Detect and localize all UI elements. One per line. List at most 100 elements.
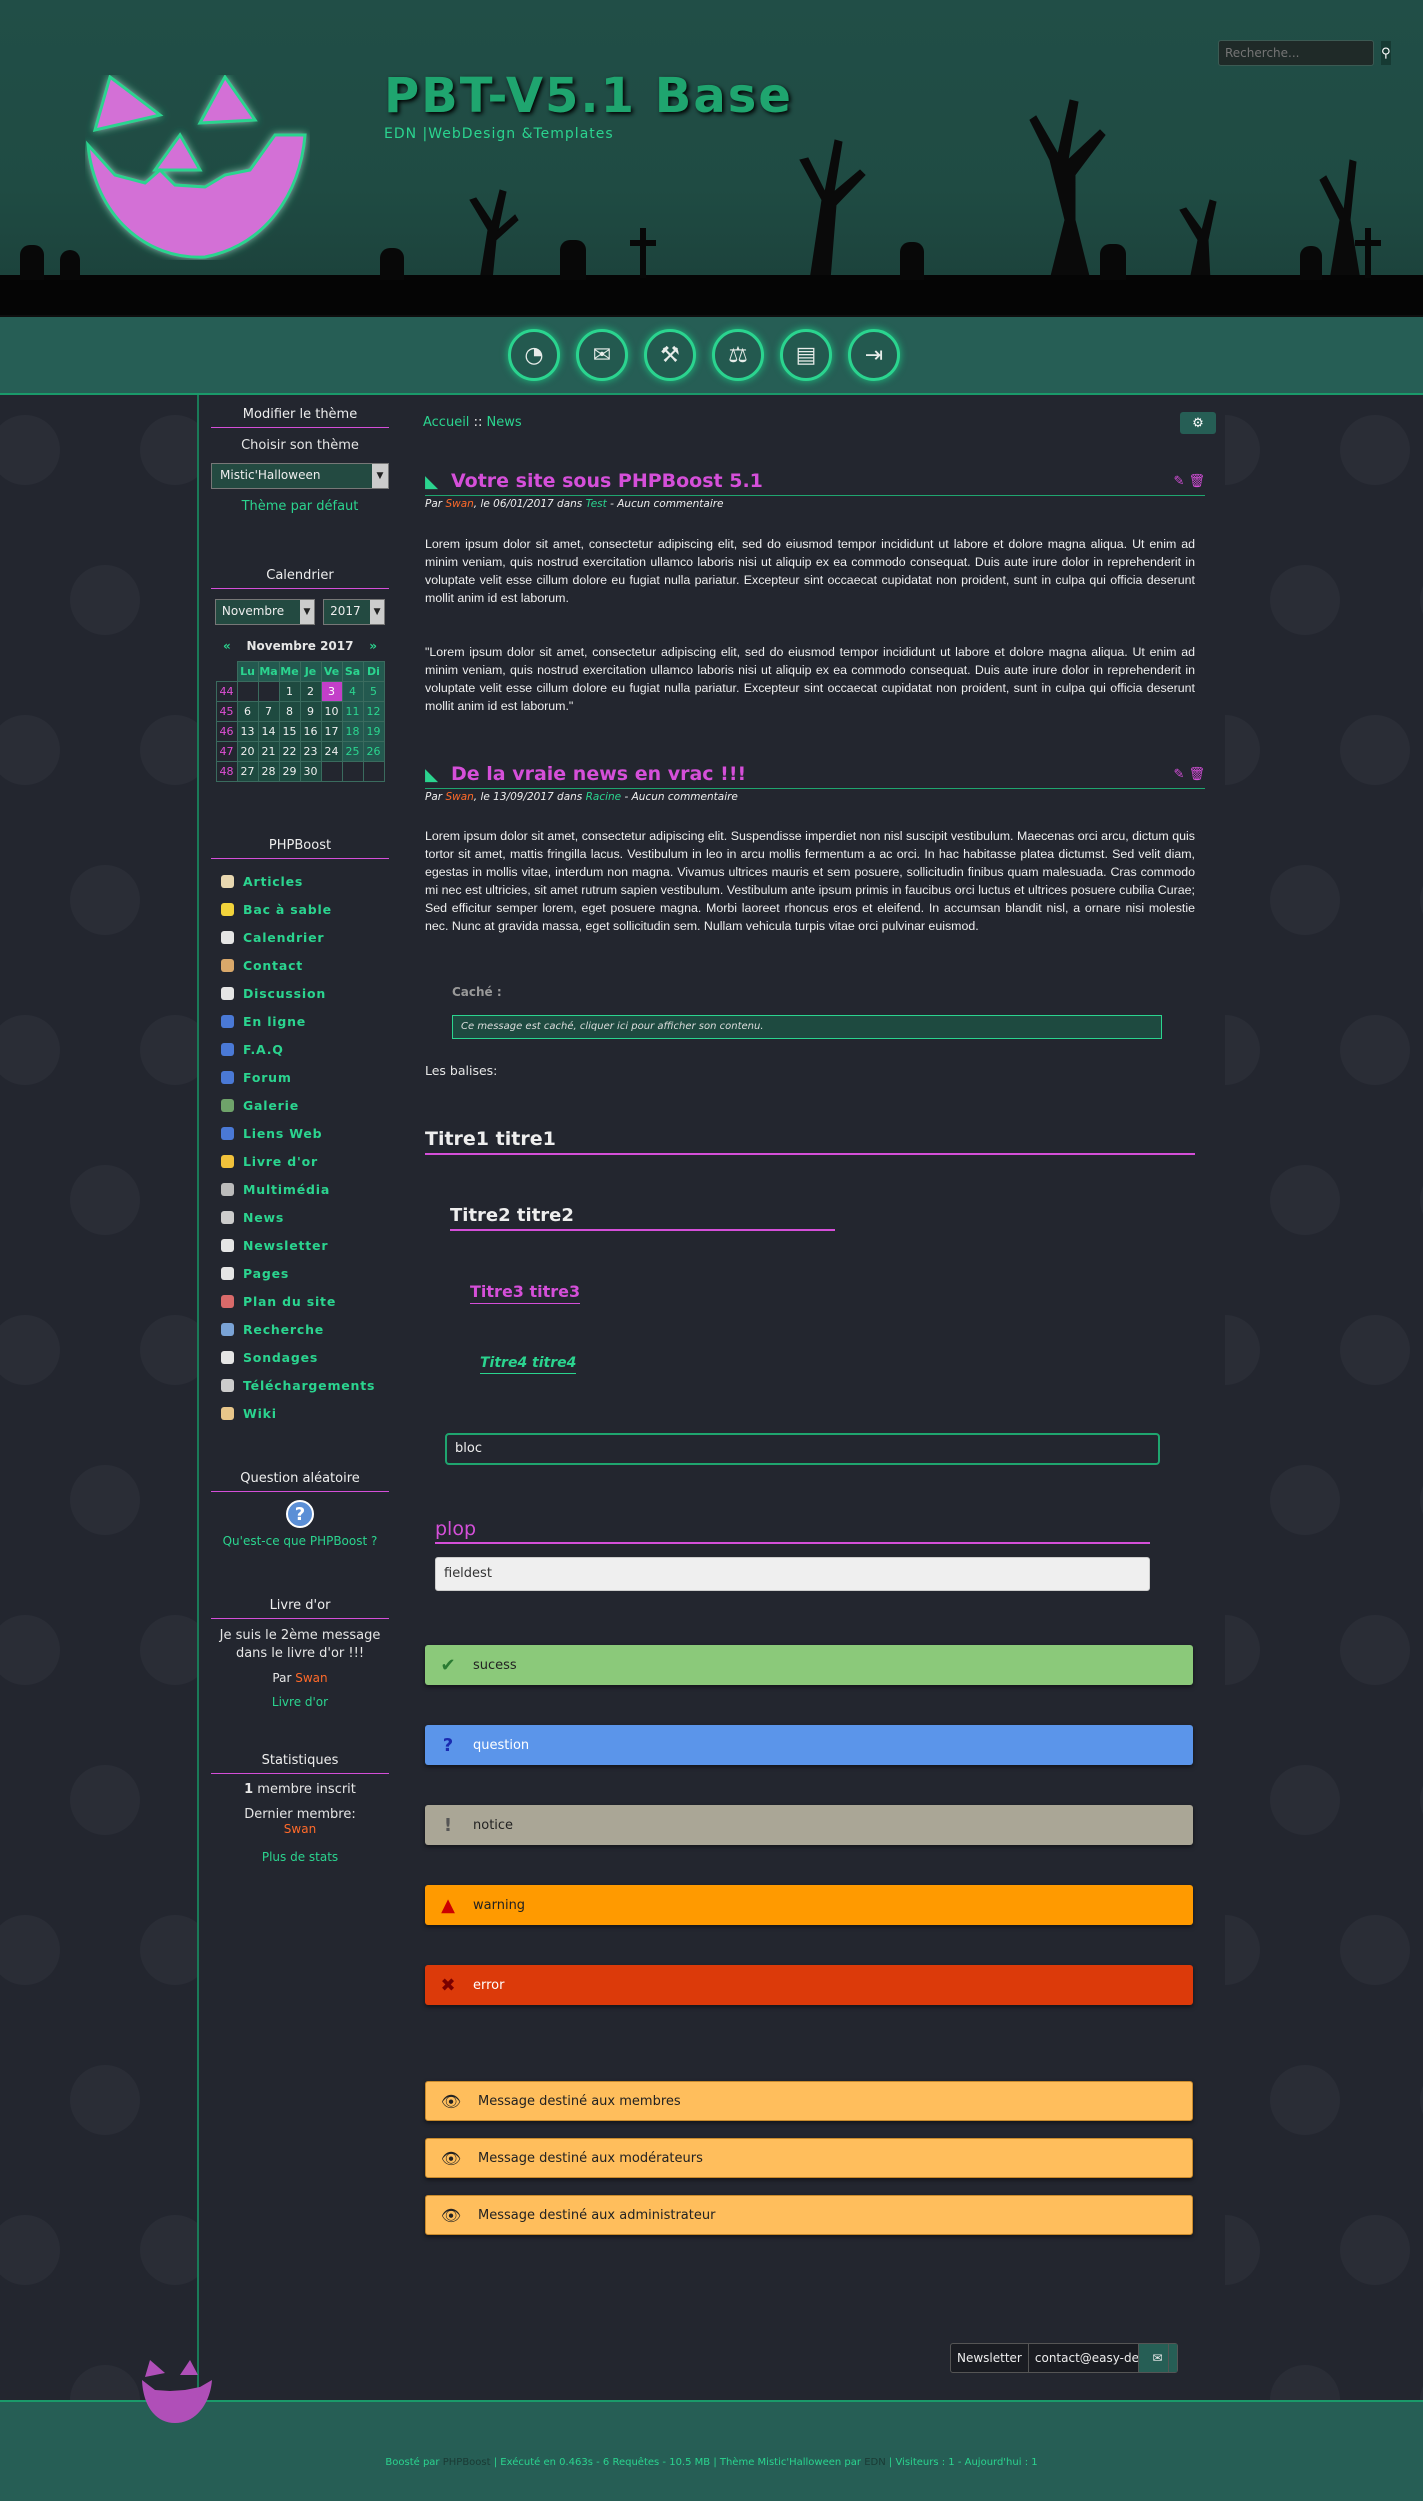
- news-title-2[interactable]: De la vraie news en vrac !!!: [425, 763, 746, 785]
- calendar-day[interactable]: 17: [320, 721, 343, 742]
- logout-icon: ⇥: [864, 342, 884, 368]
- menu-item-recherche[interactable]: Recherche: [221, 1315, 395, 1343]
- calendar-day[interactable]: 5: [362, 681, 385, 702]
- calendar-day[interactable]: 29: [278, 761, 301, 782]
- guestbook-by-label: Par: [272, 1671, 292, 1685]
- random-question-link[interactable]: Qu'est-ce que PHPBoost ?: [205, 1534, 395, 1548]
- menu-item-calendrier[interactable]: Calendrier: [221, 923, 395, 951]
- calendar-today[interactable]: 3: [320, 681, 343, 702]
- menu-item-galerie[interactable]: Galerie: [221, 1091, 395, 1119]
- newsletter-submit-button[interactable]: ✉: [1138, 2344, 1177, 2372]
- nav-mail-button[interactable]: ✉: [576, 329, 628, 381]
- footer-text: Boosté par PHPBoost | Exécuté en 0.463s …: [0, 2457, 1423, 2468]
- options-button[interactable]: ⚙: [1180, 412, 1216, 434]
- edit-icon[interactable]: ✎: [1173, 767, 1184, 782]
- menu-item-liens-web[interactable]: Liens Web: [221, 1119, 395, 1147]
- nav-moderation-button[interactable]: ⚖: [712, 329, 764, 381]
- calendar-day[interactable]: 16: [299, 721, 322, 742]
- calendar-day[interactable]: 8: [278, 701, 301, 722]
- nav-logout-button[interactable]: ⇥: [848, 329, 900, 381]
- delete-icon[interactable]: 🗑: [1188, 474, 1205, 489]
- menu-item-bac-sable[interactable]: Bac à sable: [221, 895, 395, 923]
- calendar-day[interactable]: 28: [257, 761, 280, 782]
- guestbook-author-link[interactable]: Swan: [295, 1671, 327, 1685]
- phpboost-menu-list: Articles Bac à sable Calendrier Contact Disc…: [205, 867, 395, 1427]
- prev-month-icon[interactable]: «: [223, 639, 231, 653]
- calendar-day[interactable]: 22: [278, 741, 301, 762]
- delete-icon[interactable]: 🗑: [1188, 767, 1205, 782]
- nav-pages-button[interactable]: ▤: [780, 329, 832, 381]
- search-button[interactable]: ⚲: [1381, 41, 1391, 65]
- hidden-content-toggle[interactable]: Ce message est caché, cliquer ici pour a…: [452, 1015, 1162, 1039]
- calendar-day[interactable]: 6: [236, 701, 259, 722]
- calendar-day[interactable]: 19: [362, 721, 385, 742]
- last-member-link[interactable]: Swan: [205, 1822, 395, 1836]
- month-select[interactable]: Novembre ▼: [214, 599, 315, 625]
- calendar-day[interactable]: 30: [299, 761, 322, 782]
- calendar-day[interactable]: 23: [299, 741, 322, 762]
- calendar-day[interactable]: 11: [341, 701, 364, 722]
- guestbook-link[interactable]: Livre d'or: [205, 1695, 395, 1709]
- menu-item-plan-du-site[interactable]: Plan du site: [221, 1287, 395, 1315]
- menu-item-articles[interactable]: Articles: [221, 867, 395, 895]
- news-category-link[interactable]: Racine: [586, 791, 622, 803]
- menu-item-f-a-q[interactable]: F.A.Q: [221, 1035, 395, 1063]
- footer-author-link[interactable]: EDN: [864, 2457, 886, 2468]
- newsletter-email-input[interactable]: contact@easy-de: [1029, 2344, 1139, 2372]
- next-month-icon[interactable]: »: [369, 639, 377, 653]
- calendar-day[interactable]: 2: [299, 681, 322, 702]
- calendar-day[interactable]: 24: [320, 741, 343, 762]
- calendar-day[interactable]: 15: [278, 721, 301, 742]
- more-stats-link[interactable]: Plus de stats: [205, 1850, 395, 1864]
- menu-item-t-l-chargements[interactable]: Téléchargements: [221, 1371, 395, 1399]
- calendar-day[interactable]: 1: [278, 681, 301, 702]
- pumpkin-pattern-icon: [70, 2065, 140, 2135]
- calendar-day[interactable]: 10: [320, 701, 343, 722]
- calendar-day[interactable]: 25: [341, 741, 364, 762]
- theme-select[interactable]: Mistic'Halloween ▼: [211, 463, 389, 489]
- calendar-day[interactable]: 20: [236, 741, 259, 762]
- calendar-day[interactable]: 26: [362, 741, 385, 762]
- menu-item-news[interactable]: News: [221, 1203, 395, 1231]
- menu-item-discussion[interactable]: Discussion: [221, 979, 395, 1007]
- calendar-day[interactable]: 7: [257, 701, 280, 722]
- nav-tools-button[interactable]: ⚒: [644, 329, 696, 381]
- calendar-day[interactable]: 12: [362, 701, 385, 722]
- menu-item-multim-dia[interactable]: Multimédia: [221, 1175, 395, 1203]
- calendar-day[interactable]: 21: [257, 741, 280, 762]
- calendar-day[interactable]: 27: [236, 761, 259, 782]
- module-icon: [221, 1238, 234, 1252]
- footer-phpboost-link[interactable]: PHPBoost: [443, 2457, 491, 2468]
- menu-item-newsletter[interactable]: Newsletter: [221, 1231, 395, 1259]
- breadcrumb-home[interactable]: Accueil: [423, 415, 469, 430]
- news-category-link[interactable]: Test: [586, 498, 607, 510]
- menu-item-forum[interactable]: Forum: [221, 1063, 395, 1091]
- menu-item-sondages[interactable]: Sondages: [221, 1343, 395, 1371]
- news-title-1[interactable]: Votre site sous PHPBoost 5.1: [425, 470, 763, 492]
- menu-item-en-ligne[interactable]: En ligne: [221, 1007, 395, 1035]
- search-input[interactable]: [1219, 41, 1381, 65]
- menu-item-wiki[interactable]: Wiki: [221, 1399, 395, 1427]
- calendar-day[interactable]: 13: [236, 721, 259, 742]
- pumpkin-pattern-icon: [1340, 715, 1410, 785]
- meta-comments[interactable]: - Aucun commentaire: [607, 498, 723, 510]
- footer-boost-label: Boosté par: [385, 2457, 440, 2468]
- calendar-day[interactable]: 4: [341, 681, 364, 702]
- pumpkin-pattern-icon: [0, 415, 60, 485]
- menu-item-pages[interactable]: Pages: [221, 1259, 395, 1287]
- calendar-day[interactable]: 14: [257, 721, 280, 742]
- calendar-day[interactable]: 9: [299, 701, 322, 722]
- calendar-day[interactable]: 18: [341, 721, 364, 742]
- nav-dashboard-button[interactable]: ◔: [508, 329, 560, 381]
- menu-item-livre-d-or[interactable]: Livre d'or: [221, 1147, 395, 1175]
- news-author-link[interactable]: Swan: [445, 498, 473, 510]
- breadcrumb-current[interactable]: News: [486, 415, 521, 430]
- year-select[interactable]: 2017 ▼: [323, 599, 386, 625]
- edit-icon[interactable]: ✎: [1173, 474, 1184, 489]
- meta-comments[interactable]: - Aucun commentaire: [621, 791, 737, 803]
- news-author-link[interactable]: Swan: [445, 791, 473, 803]
- default-theme-link[interactable]: Thème par défaut: [205, 499, 395, 514]
- menu-item-contact[interactable]: Contact: [221, 951, 395, 979]
- choose-theme-label: Choisir son thème: [241, 438, 359, 453]
- pumpkin-pattern-icon: [0, 2215, 60, 2285]
